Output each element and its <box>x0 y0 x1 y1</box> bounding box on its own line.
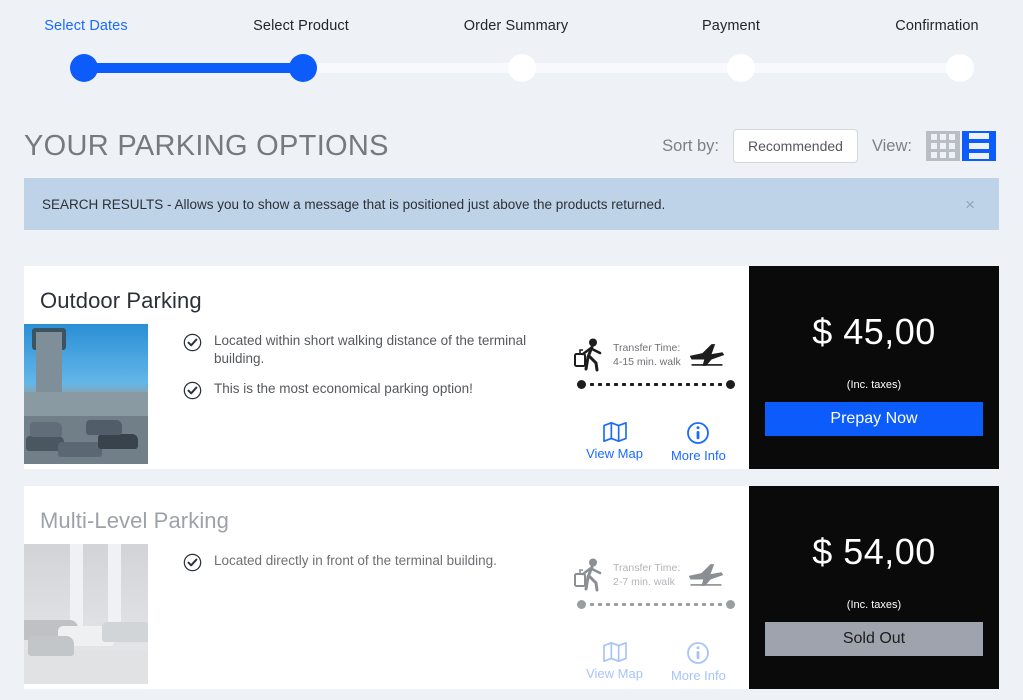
walking-traveller-icon <box>573 336 607 374</box>
transfer-value: 2-7 min. walk <box>613 575 680 589</box>
airplane-icon <box>686 561 726 589</box>
product-thumbnail[interactable] <box>24 324 148 464</box>
map-icon <box>602 421 628 443</box>
search-results-banner: SEARCH RESULTS - Allows you to show a me… <box>24 178 999 230</box>
product-card-body: Located directly in front of the termina… <box>24 534 749 689</box>
product-feature-text: This is the most economical parking opti… <box>214 380 473 398</box>
product-links: View Map More Info <box>573 421 739 469</box>
checkout-stepper: Select Dates Select Product Order Summar… <box>0 0 1023 100</box>
info-icon <box>686 421 710 445</box>
price-panel: $ 54,00 (Inc. taxes) Sold Out <box>749 486 999 689</box>
stepper-dot-select-product[interactable] <box>289 54 317 82</box>
transfer-progress-line <box>573 380 739 389</box>
stepper-dot-select-dates[interactable] <box>70 54 98 82</box>
sort-by-select[interactable]: Recommended <box>733 129 858 163</box>
prepay-now-button[interactable]: Prepay Now <box>765 402 983 436</box>
stepper-label-select-dates[interactable]: Select Dates <box>44 18 127 34</box>
grid-view-icon[interactable] <box>926 131 960 161</box>
more-info-link[interactable]: More Info <box>671 641 726 683</box>
stepper-track <box>84 63 960 73</box>
check-circle-icon <box>183 381 202 400</box>
product-list: Outdoor Parking <box>0 266 1023 689</box>
view-map-link[interactable]: View Map <box>586 641 643 683</box>
page-header: YOUR PARKING OPTIONS Sort by: Recommende… <box>0 122 1023 170</box>
transfer-row: Transfer Time: 2-7 min. walk <box>573 556 739 594</box>
more-info-label: More Info <box>671 668 726 683</box>
transfer-info: Transfer Time: 2-7 min. walk <box>573 544 749 689</box>
transfer-value: 4-15 min. walk <box>613 355 681 369</box>
search-results-banner-text: SEARCH RESULTS - Allows you to show a me… <box>42 197 665 212</box>
transfer-progress-line <box>573 600 739 609</box>
transfer-text-block: Transfer Time: 4-15 min. walk <box>613 341 681 369</box>
product-feature-text: Located directly in front of the termina… <box>214 552 497 570</box>
stepper-label-order-summary[interactable]: Order Summary <box>464 18 568 34</box>
view-label: View: <box>872 137 912 156</box>
check-circle-icon <box>183 553 202 572</box>
sold-out-button: Sold Out <box>765 622 983 656</box>
stepper-dot-confirmation[interactable] <box>946 54 974 82</box>
view-toggle <box>926 131 996 161</box>
price-tax-note: (Inc. taxes) <box>847 599 901 611</box>
product-card-outdoor-parking[interactable]: Outdoor Parking <box>24 266 999 469</box>
info-icon <box>686 641 710 665</box>
list-controls: Sort by: Recommended View: <box>662 129 996 163</box>
list-view-icon[interactable] <box>962 131 996 161</box>
close-icon[interactable]: × <box>959 196 981 213</box>
product-card-details: Outdoor Parking <box>24 266 749 469</box>
stepper-dot-order-summary[interactable] <box>508 54 536 82</box>
stepper-label-select-product[interactable]: Select Product <box>253 18 349 34</box>
transfer-info: Transfer Time: 4-15 min. walk <box>573 324 749 469</box>
product-price: $ 54,00 <box>812 531 936 573</box>
product-card-multi-level-parking[interactable]: Multi-Level Parking <box>24 486 999 689</box>
stepper-dot-payment[interactable] <box>727 54 755 82</box>
transfer-row: Transfer Time: 4-15 min. walk <box>573 336 739 374</box>
walking-traveller-icon <box>573 556 607 594</box>
product-card-body: Located within short walking distance of… <box>24 314 749 469</box>
price-panel: $ 45,00 (Inc. taxes) Prepay Now <box>749 266 999 469</box>
product-feature: Located within short walking distance of… <box>183 332 573 367</box>
stepper-label-confirmation[interactable]: Confirmation <box>895 18 978 34</box>
product-feature: This is the most economical parking opti… <box>183 380 573 400</box>
product-features: Located directly in front of the termina… <box>148 544 573 689</box>
page-title: YOUR PARKING OPTIONS <box>24 130 389 163</box>
view-map-label: View Map <box>586 446 643 461</box>
view-map-link[interactable]: View Map <box>586 421 643 463</box>
sort-by-label: Sort by: <box>662 137 719 156</box>
price-tax-note: (Inc. taxes) <box>847 379 901 391</box>
map-icon <box>602 641 628 663</box>
stepper-track-progress <box>84 63 303 73</box>
more-info-label: More Info <box>671 448 726 463</box>
product-price: $ 45,00 <box>812 311 936 353</box>
check-circle-icon <box>183 333 202 352</box>
stepper-labels: Select Dates Select Product Order Summar… <box>0 18 1023 42</box>
product-card-details: Multi-Level Parking <box>24 486 749 689</box>
product-features: Located within short walking distance of… <box>148 324 573 469</box>
transfer-title: Transfer Time: <box>613 561 680 575</box>
more-info-link[interactable]: More Info <box>671 421 726 463</box>
product-title: Multi-Level Parking <box>24 486 749 534</box>
product-feature: Located directly in front of the termina… <box>183 552 573 572</box>
transfer-text-block: Transfer Time: 2-7 min. walk <box>613 561 680 589</box>
product-thumbnail[interactable] <box>24 544 148 684</box>
stepper-label-payment[interactable]: Payment <box>702 18 760 34</box>
product-links: View Map More Info <box>573 641 739 689</box>
transfer-title: Transfer Time: <box>613 341 681 355</box>
product-title: Outdoor Parking <box>24 266 749 314</box>
airplane-icon <box>687 341 727 369</box>
product-feature-text: Located within short walking distance of… <box>214 332 573 367</box>
view-map-label: View Map <box>586 666 643 681</box>
